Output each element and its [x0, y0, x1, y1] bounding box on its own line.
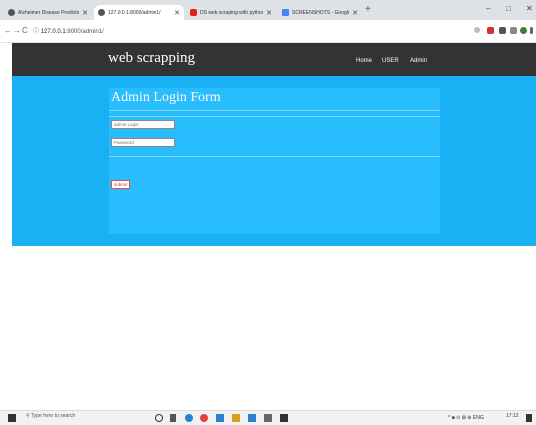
url-path: :8000/admin1/: [65, 29, 104, 35]
youtube-favicon-icon: [190, 9, 197, 16]
extension-icon[interactable]: [487, 27, 494, 34]
close-icon[interactable]: ✕: [174, 9, 180, 17]
reload-button[interactable]: C: [22, 26, 28, 35]
submit-button[interactable]: submit: [111, 180, 131, 189]
app-icon[interactable]: [264, 414, 272, 422]
store-icon[interactable]: [216, 414, 224, 422]
tab-alzheimer[interactable]: Alzheimer Disease Prediction usi ✕: [4, 5, 92, 20]
cortana-icon[interactable]: [155, 414, 163, 422]
tab-title: 127.0.0.1:8000/admin1/: [108, 9, 161, 16]
browser-tab-strip: Alzheimer Disease Prediction usi ✕ 127.0…: [0, 0, 536, 20]
profile-avatar-icon[interactable]: [520, 27, 527, 34]
browser-toolbar: ← → C ⓘ 127.0.0.1:8000/admin1/: [0, 20, 536, 43]
chrome-icon[interactable]: [200, 414, 208, 422]
back-button[interactable]: ←: [4, 26, 12, 35]
extension-icon[interactable]: [499, 27, 506, 34]
site-brand[interactable]: web scrapping: [108, 50, 195, 67]
hero-section: Admin Login Form submit: [12, 76, 536, 246]
chrome-favicon-icon: [8, 9, 15, 16]
close-icon[interactable]: ✕: [82, 9, 88, 17]
task-view-icon[interactable]: [170, 414, 176, 422]
nav-user-link[interactable]: USER: [382, 58, 399, 64]
divider: [109, 156, 440, 157]
nav-home-link[interactable]: Home: [356, 58, 372, 64]
menu-dots-icon[interactable]: [530, 27, 533, 34]
close-window-button[interactable]: ✕: [526, 4, 533, 13]
nav-admin-link[interactable]: Admin: [410, 58, 427, 64]
docs-favicon-icon: [282, 9, 289, 16]
tab-title: DS web scraping with python p: [200, 9, 264, 16]
search-placeholder: Type here to search: [30, 413, 76, 419]
windows-start-icon[interactable]: [8, 414, 16, 422]
tab-title: Alzheimer Disease Prediction usi: [18, 9, 79, 16]
maximize-button[interactable]: □: [506, 4, 511, 13]
tab-title: SCREENSHOTS - Google Docs: [292, 9, 350, 16]
close-icon[interactable]: ✕: [352, 9, 358, 17]
form-title: Admin Login Form: [111, 90, 221, 105]
taskbar-search[interactable]: ⚲ Type here to search: [26, 413, 75, 419]
clock[interactable]: 17:12: [506, 413, 519, 419]
minimize-button[interactable]: –: [486, 4, 490, 13]
forward-button[interactable]: →: [13, 26, 21, 35]
tab-admin-active[interactable]: 127.0.0.1:8000/admin1/ ✕: [94, 5, 184, 20]
url-host: 127.0.0.1: [40, 29, 66, 35]
address-bar[interactable]: ⓘ 127.0.0.1:8000/admin1/: [33, 26, 104, 35]
admin-login-input[interactable]: [111, 120, 175, 129]
notification-icon[interactable]: [526, 414, 532, 422]
tab-google-docs[interactable]: SCREENSHOTS - Google Docs ✕: [278, 5, 362, 20]
admin-login-panel: Admin Login Form submit: [109, 88, 440, 234]
system-tray[interactable]: ^ ■ ⊙ ⊠ ⊕ ENG: [448, 415, 484, 421]
tab-youtube[interactable]: DS web scraping with python p ✕: [186, 5, 276, 20]
divider: [109, 110, 440, 111]
extension-icon[interactable]: [510, 27, 517, 34]
site-navbar: web scrapping Home USER Admin: [12, 43, 536, 76]
divider: [109, 116, 440, 117]
file-explorer-icon[interactable]: [232, 414, 240, 422]
chrome-favicon-icon: [98, 9, 105, 16]
star-icon[interactable]: [474, 27, 480, 33]
app-icon[interactable]: [280, 414, 288, 422]
windows-taskbar: ⚲ Type here to search ^ ■ ⊙ ⊠ ⊕ ENG 17:1…: [0, 410, 536, 425]
edge-icon[interactable]: [185, 414, 193, 422]
app-icon[interactable]: [248, 414, 256, 422]
info-icon[interactable]: ⓘ: [33, 29, 41, 35]
new-tab-button[interactable]: +: [365, 5, 371, 15]
close-icon[interactable]: ✕: [266, 9, 272, 17]
password-input[interactable]: [111, 138, 175, 147]
